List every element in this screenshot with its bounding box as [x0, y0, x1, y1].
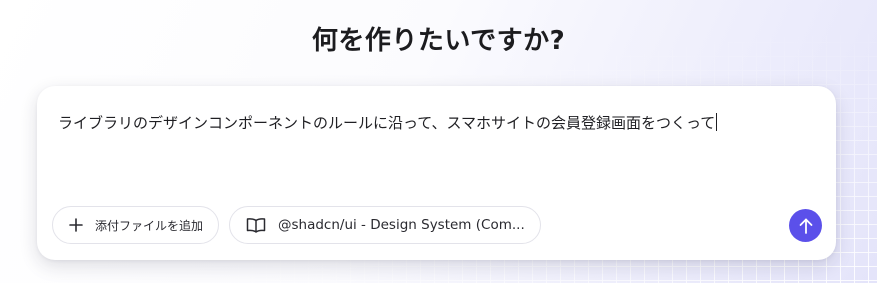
- attach-file-button[interactable]: 添付ファイルを追加: [52, 206, 219, 244]
- prompt-input[interactable]: ライブラリのデザインコンポーネントのルールに沿って、スマホサイトの会員登録画面を…: [58, 112, 818, 133]
- design-system-button[interactable]: @shadcn/ui - Design System (Com...: [229, 206, 541, 244]
- send-button[interactable]: [789, 209, 822, 242]
- prompt-card: ライブラリのデザインコンポーネントのルールに沿って、スマホサイトの会員登録画面を…: [37, 86, 836, 260]
- arrow-up-icon: [798, 217, 814, 235]
- design-system-label: @shadcn/ui - Design System (Com...: [278, 217, 525, 233]
- prompt-input-text: ライブラリのデザインコンポーネントのルールに沿って、スマホサイトの会員登録画面を…: [58, 114, 716, 132]
- text-caret: [716, 113, 718, 131]
- plus-icon: [69, 218, 83, 232]
- page-title: 何を作りたいですか?: [311, 26, 566, 56]
- attach-file-label: 添付ファイルを追加: [95, 218, 204, 233]
- book-open-icon: [246, 217, 266, 233]
